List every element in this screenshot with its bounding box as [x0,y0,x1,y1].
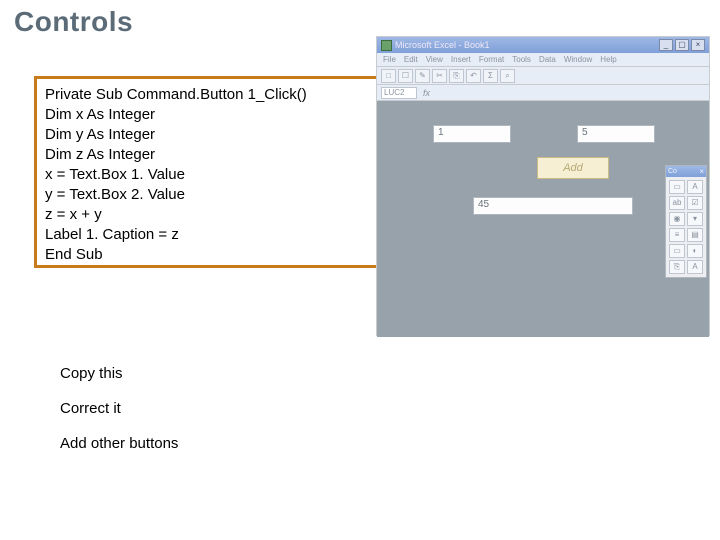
toolbox-title: Co [668,168,677,175]
toolbox-item[interactable]: ≡ [669,228,685,242]
menu-data[interactable]: Data [539,55,556,64]
toolbox-item[interactable]: ◐ [687,244,703,258]
name-box[interactable]: LUC2 [381,87,417,99]
worksheet-area: 1 5 Add 45 Co × ▭ A ab ☑ ◉ ▾ ≡ ▤ [377,101,709,337]
toolbox-header: Co × [666,166,706,177]
excel-app-icon [381,40,392,51]
menu-view[interactable]: View [426,55,443,64]
toolbox-item[interactable]: ☑ [687,196,703,210]
toolbox-item[interactable]: ▭ [669,180,685,194]
instructions-list: Copy this Correct it Add other buttons [60,365,178,470]
code-line: y = Text.Box 2. Value [45,185,375,205]
code-line: z = x + y [45,205,375,225]
toolbox-item[interactable]: ▤ [687,228,703,242]
window-titlebar: Microsoft Excel - Book1 _ ▢ × [377,37,709,53]
code-line: Dim z As Integer [45,145,375,165]
maximize-button[interactable]: ▢ [675,39,689,51]
textbox-2[interactable]: 5 [577,125,655,143]
formula-bar: LUC2 fx [377,85,709,101]
toolbar-button[interactable]: □ [381,69,396,83]
toolbox-item[interactable]: A [687,180,703,194]
fx-label: fx [423,88,430,98]
toolbox-close-icon[interactable]: × [699,167,704,176]
result-label: 45 [473,197,633,215]
code-line: Dim y As Integer [45,125,375,145]
window-buttons: _ ▢ × [659,39,705,51]
toolbox-grid: ▭ A ab ☑ ◉ ▾ ≡ ▤ ▭ ◐ ⎘ A [666,177,706,277]
textbox-1[interactable]: 1 [433,125,511,143]
toolbar-button[interactable]: ⌕ [500,69,515,83]
toolbar: □ ☐ ✎ ✂ ⎘ ↶ Σ ⌕ [377,67,709,85]
menu-bar: File Edit View Insert Format Tools Data … [377,53,709,67]
toolbar-button[interactable]: ⎘ [449,69,464,83]
menu-file[interactable]: File [383,55,396,64]
menu-insert[interactable]: Insert [451,55,471,64]
toolbox-item[interactable]: A [687,260,703,274]
slide: Controls Private Sub Command.Button 1_Cl… [0,0,720,540]
toolbox-item[interactable]: ⎘ [669,260,685,274]
userform-canvas: 1 5 Add 45 [377,101,661,337]
add-button[interactable]: Add [537,157,609,179]
close-button[interactable]: × [691,39,705,51]
instruction-item: Add other buttons [60,435,178,452]
minimize-button[interactable]: _ [659,39,673,51]
toolbox-item[interactable]: ◉ [669,212,685,226]
toolbox-item[interactable]: ▭ [669,244,685,258]
menu-tools[interactable]: Tools [512,55,531,64]
code-line: End Sub [45,245,375,265]
code-line: x = Text.Box 1. Value [45,165,375,185]
excel-window: Microsoft Excel - Book1 _ ▢ × File Edit … [376,36,710,336]
toolbar-button[interactable]: Σ [483,69,498,83]
code-box: Private Sub Command.Button 1_Click() Dim… [34,76,386,268]
window-title: Microsoft Excel - Book1 [395,40,490,50]
toolbox-item[interactable]: ab [669,196,685,210]
menu-help[interactable]: Help [600,55,616,64]
toolbox-panel: Co × ▭ A ab ☑ ◉ ▾ ≡ ▤ ▭ ◐ ⎘ A [665,165,707,278]
toolbar-button[interactable]: ✂ [432,69,447,83]
menu-format[interactable]: Format [479,55,504,64]
toolbar-button[interactable]: ↶ [466,69,481,83]
toolbar-button[interactable]: ☐ [398,69,413,83]
code-line: Dim x As Integer [45,105,375,125]
instruction-item: Copy this [60,365,178,382]
toolbox-item[interactable]: ▾ [687,212,703,226]
menu-window[interactable]: Window [564,55,592,64]
slide-title: Controls [14,6,133,38]
code-line: Private Sub Command.Button 1_Click() [45,85,375,105]
code-line: Label 1. Caption = z [45,225,375,245]
instruction-item: Correct it [60,400,178,417]
menu-edit[interactable]: Edit [404,55,418,64]
toolbar-button[interactable]: ✎ [415,69,430,83]
